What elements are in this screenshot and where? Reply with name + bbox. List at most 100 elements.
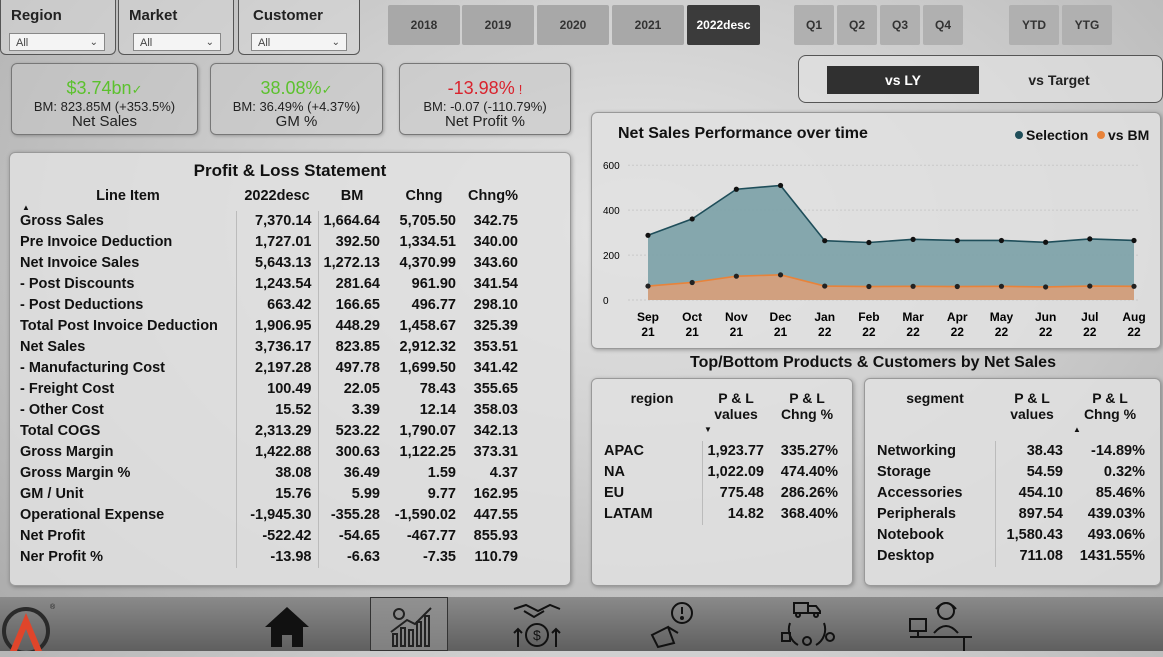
col-year[interactable]: 2022desc [236, 187, 318, 211]
table-row[interactable]: - Manufacturing Cost 2,197.28 497.78 1,699.… [20, 358, 524, 379]
year-button-2022desc[interactable]: 2022desc [687, 5, 760, 45]
table-row[interactable]: - Post Deductions 663.42 166.65 496.77 298.1… [20, 295, 524, 316]
table-row[interactable]: Networking 38.43 -14.89% [875, 441, 1151, 462]
value-cell: 335.27% [780, 443, 838, 459]
table-row[interactable]: EU 775.48 286.26% [602, 483, 844, 504]
table-row[interactable]: Notebook 1,580.43 493.06% [875, 525, 1151, 546]
pl-value-cell: 300.63 [317, 442, 386, 463]
x-tick-label: Jun [1035, 310, 1056, 324]
quarter-button-q4[interactable]: Q4 [923, 5, 963, 45]
table-row[interactable]: Desktop 711.08 1431.55% [875, 546, 1151, 567]
table-row[interactable]: Pre Invoice Deduction 1,727.01 392.50 1,334… [20, 232, 524, 253]
table-row[interactable]: Gross Sales 7,370.14 1,664.64 5,705.50 342.7… [20, 211, 524, 232]
table-row[interactable]: Operational Expense -1,945.30 -355.28 -1,59… [20, 505, 524, 526]
year-button-2020[interactable]: 2020 [537, 5, 609, 45]
sort-asc-icon[interactable]: ▲ [22, 203, 30, 212]
table-row[interactable]: Net Invoice Sales 5,643.13 1,272.13 4,370.9… [20, 253, 524, 274]
col-region[interactable]: region [602, 389, 702, 441]
table-row[interactable]: LATAM 14.82 368.40% [602, 504, 844, 525]
top-bottom-section-title: Top/Bottom Products & Customers by Net S… [690, 354, 1056, 371]
pl-line-item: Gross Margin % [20, 465, 131, 481]
table-row[interactable]: NA 1,022.09 474.40% [602, 462, 844, 483]
table-row[interactable]: Total Post Invoice Deduction 1,906.95 448.… [20, 316, 524, 337]
kpi-value: 38.08%✓ [260, 78, 333, 98]
kpi-gm-percent[interactable]: 38.08%✓ BM: 36.49% (+4.37%) GM % [210, 63, 383, 135]
x-tick-label: Oct [682, 310, 702, 324]
table-row[interactable]: - Other Cost 15.52 3.39 12.14 358.03 [20, 400, 524, 421]
pl-statement-panel: Profit & Loss Statement Line Item ▲ 2022d… [9, 152, 571, 586]
col-pl-chng[interactable]: P & L Chng % ▲ [1069, 389, 1151, 441]
kpi-net-profit-percent[interactable]: -13.98%! BM: -0.07 (-110.79%) Net Profit… [399, 63, 571, 135]
vs-target-button[interactable]: vs Target [989, 66, 1129, 94]
ytd-button[interactable]: YTD [1009, 5, 1059, 45]
table-row[interactable]: Net Profit -522.42 -54.65 -467.77 855.93 [20, 526, 524, 547]
col-segment[interactable]: segment [875, 389, 995, 441]
quarter-button-q1[interactable]: Q1 [794, 5, 834, 45]
kpi-benchmark: BM: -0.07 (-110.79%) [423, 99, 547, 114]
quarter-button-q2[interactable]: Q2 [837, 5, 877, 45]
region-slicer[interactable]: Region All ⌄ [0, 0, 116, 55]
x-tick-label: Jan [814, 310, 835, 324]
year-button-2019[interactable]: 2019 [462, 5, 534, 45]
market-slicer[interactable]: Market All ⌄ [118, 0, 234, 55]
nav-analytics-button[interactable] [370, 597, 448, 651]
table-row[interactable]: Ner Profit % -13.98 -6.63 -7.35 110.79 [20, 547, 524, 568]
marketing-icon [650, 602, 693, 649]
ytg-button[interactable]: YTG [1062, 5, 1112, 45]
pl-value-cell: 110.79 [474, 549, 518, 565]
table-row[interactable]: APAC 1,923.77 335.27% [602, 441, 844, 462]
pl-line-item: Gross Margin [20, 444, 114, 460]
nav-finance-button[interactable]: $ [498, 597, 576, 651]
nav-home-button[interactable] [248, 597, 326, 651]
table-row[interactable]: Net Sales 3,736.17 823.85 2,912.32 353.51 [20, 337, 524, 358]
data-point [910, 283, 916, 289]
year-button-2018[interactable]: 2018 [388, 5, 460, 45]
nav-supply-chain-button[interactable] [768, 597, 846, 651]
region-slicer-title: Region [11, 7, 62, 24]
table-row[interactable]: Peripherals 897.54 439.03% [875, 504, 1151, 525]
sort-desc-icon[interactable]: ▼ [704, 425, 712, 434]
table-row[interactable]: GM / Unit 15.76 5.99 9.77 162.95 [20, 484, 524, 505]
vs-ly-button[interactable]: vs LY [827, 66, 979, 94]
table-row[interactable]: Gross Margin 1,422.88 300.63 1,122.25 373.31 [20, 442, 524, 463]
col-pl-chng[interactable]: P & L Chng % [770, 389, 844, 441]
pl-value-cell: 1,664.64 [317, 211, 386, 232]
table-row[interactable]: Accessories 454.10 85.46% [875, 483, 1151, 504]
svg-text:$: $ [533, 627, 541, 643]
data-point [1043, 239, 1049, 245]
col-bm[interactable]: BM [318, 187, 386, 211]
quarter-button-q3[interactable]: Q3 [880, 5, 920, 45]
pl-line-item: Net Sales [20, 339, 86, 355]
table-row[interactable]: - Freight Cost 100.49 22.05 78.43 355.65 [20, 379, 524, 400]
x-tick-label: May [990, 310, 1014, 324]
pl-value-cell: 1,699.50 [399, 360, 456, 376]
customer-slicer[interactable]: Customer All ⌄ [238, 0, 360, 55]
pl-value-cell: 341.42 [473, 360, 518, 376]
sort-asc-icon[interactable]: ▲ [1073, 425, 1081, 434]
nav-marketing-button[interactable] [638, 597, 716, 651]
col-chng-pct[interactable]: Chng% [462, 187, 524, 211]
col-pl-values[interactable]: P & L values [995, 389, 1069, 441]
segment-header-row: segment P & L values P & L Chng % ▲ [875, 389, 1151, 441]
pl-value-cell: -1,590.02 [394, 507, 456, 523]
customer-dropdown[interactable]: All ⌄ [251, 33, 347, 51]
table-row[interactable]: Storage 54.59 0.32% [875, 462, 1151, 483]
region-dropdown[interactable]: All ⌄ [9, 33, 105, 51]
pl-value-cell: 342.13 [473, 423, 518, 439]
kpi-net-sales[interactable]: $3.74bn✓ BM: 823.85M (+353.5%) Net Sales [11, 63, 198, 135]
nav-executive-button[interactable] [906, 597, 984, 651]
col-pl-values[interactable]: P & L values ▼ [702, 389, 770, 441]
pl-line-item: - Manufacturing Cost [20, 360, 165, 376]
table-row[interactable]: - Post Discounts 1,243.54 281.64 961.90 341.… [20, 274, 524, 295]
comparison-toggle[interactable]: vs LY vs Target [798, 55, 1163, 103]
value-cell: 897.54 [994, 504, 1069, 525]
pl-header-row: Line Item ▲ 2022desc BM Chng Chng% [20, 187, 524, 212]
year-button-2021[interactable]: 2021 [612, 5, 684, 45]
col-chng[interactable]: Chng [386, 187, 462, 211]
table-row[interactable]: Total COGS 2,313.29 523.22 1,790.07 342.13 [20, 421, 524, 442]
market-dropdown[interactable]: All ⌄ [133, 33, 221, 51]
table-row[interactable]: Gross Margin % 38.08 36.49 1.59 4.37 [20, 463, 524, 484]
x-tick-label: Nov [725, 310, 748, 324]
col-line-item[interactable]: Line Item ▲ [20, 187, 236, 212]
executive-icon [909, 602, 972, 651]
